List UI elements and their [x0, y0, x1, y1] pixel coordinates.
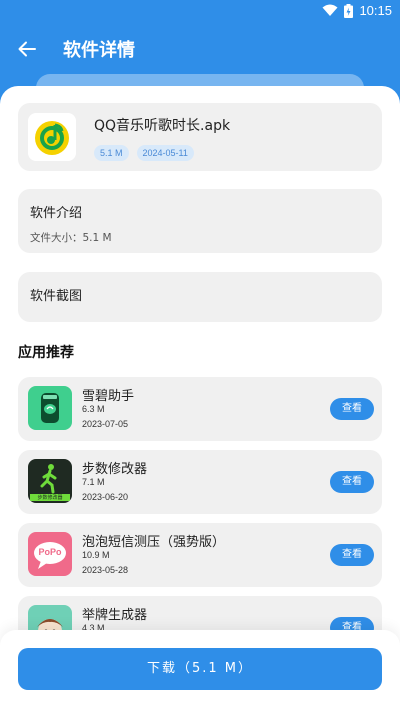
app-name: 泡泡短信测压（强势版）	[82, 535, 226, 550]
status-bar: 10:15	[0, 0, 400, 24]
download-button[interactable]: 下载（5.1 M）	[18, 648, 382, 690]
battery-icon	[344, 3, 354, 18]
speech-bubble-icon: PoPo	[28, 532, 72, 576]
view-button[interactable]: 查看	[330, 471, 374, 493]
app-date: 2023-07-05	[82, 419, 129, 429]
page-title: 软件详情	[63, 40, 135, 61]
app-file-name: QQ音乐听歌时长.apk	[94, 118, 231, 134]
content-sheet: QQ音乐听歌时长.apk 5.1 M 2024-05-11 软件介绍 文件大小：…	[0, 86, 400, 712]
app-info-card: QQ音乐听歌时长.apk 5.1 M 2024-05-11	[18, 103, 382, 171]
status-icons: 10:15	[322, 3, 392, 18]
qq-music-icon	[28, 113, 76, 161]
icon-caption: PoPo	[38, 547, 62, 557]
screenshots-card: 软件截图	[18, 272, 382, 322]
recommend-title: 应用推荐	[18, 345, 74, 361]
file-size-text: 文件大小：5.1 M	[30, 232, 112, 244]
app-size: 6.3 M	[82, 404, 105, 414]
view-button[interactable]: 查看	[330, 544, 374, 566]
intro-title: 软件介绍	[30, 206, 83, 221]
walking-person-icon: 步数修改器	[28, 459, 72, 503]
status-time: 10:15	[359, 3, 392, 18]
list-item[interactable]: 雪碧助手 6.3 M 2023-07-05 查看	[18, 377, 382, 441]
app-tags: 5.1 M 2024-05-11	[94, 145, 194, 161]
app-name: 举牌生成器	[82, 608, 148, 623]
intro-card: 软件介绍 文件大小：5.1 M	[18, 189, 382, 253]
app-date: 2023-05-28	[82, 565, 129, 575]
soda-can-icon	[28, 386, 72, 430]
app-name: 步数修改器	[82, 462, 148, 477]
bottom-action-bar: 下载（5.1 M）	[0, 630, 400, 712]
app-bar: 软件详情	[0, 24, 400, 74]
app-date: 2023-06-20	[82, 492, 129, 502]
list-item[interactable]: 步数修改器 步数修改器 7.1 M 2023-06-20 查看	[18, 450, 382, 514]
app-size: 7.1 M	[82, 477, 105, 487]
back-arrow-icon[interactable]	[16, 38, 38, 60]
view-button[interactable]: 查看	[330, 398, 374, 420]
date-badge: 2024-05-11	[136, 145, 194, 161]
app-name: 雪碧助手	[82, 389, 135, 404]
icon-caption: 步数修改器	[37, 495, 63, 501]
wifi-icon	[322, 4, 338, 16]
list-item[interactable]: PoPo 泡泡短信测压（强势版） 10.9 M 2023-05-28 查看	[18, 523, 382, 587]
app-size: 10.9 M	[82, 550, 110, 560]
size-badge: 5.1 M	[94, 145, 129, 161]
screenshots-title: 软件截图	[30, 289, 83, 304]
